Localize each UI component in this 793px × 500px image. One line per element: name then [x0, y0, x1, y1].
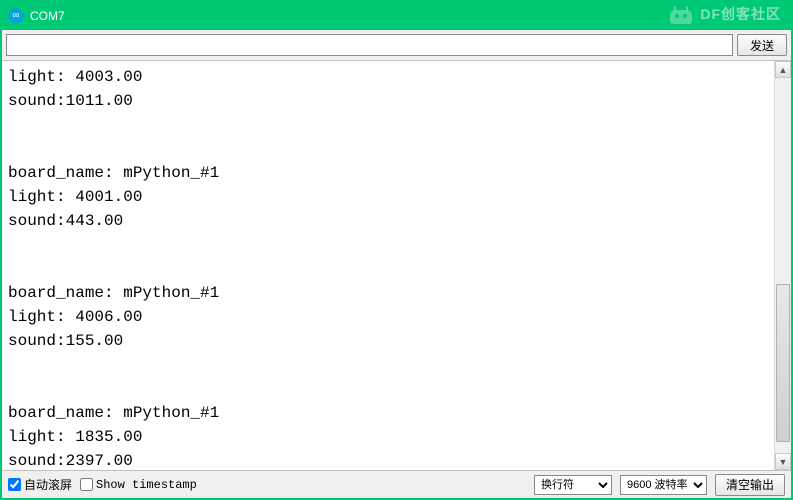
arduino-icon: [8, 8, 24, 24]
timestamp-label: Show timestamp: [96, 478, 197, 492]
scroll-thumb[interactable]: [776, 284, 790, 442]
serial-monitor-window: COM7 DF创客社区 发送 light: 4003.00 sound:1011…: [0, 0, 793, 500]
baud-rate-select[interactable]: 9600 波特率: [620, 475, 707, 495]
robot-icon: [666, 6, 696, 28]
window-title: COM7: [30, 9, 65, 23]
scroll-track[interactable]: [775, 78, 791, 453]
scroll-down-icon[interactable]: ▼: [775, 453, 791, 470]
footer-bar: 自动滚屏 Show timestamp 换行符 9600 波特率 清空输出: [2, 470, 791, 498]
scroll-up-icon[interactable]: ▲: [775, 61, 791, 78]
titlebar: COM7 DF创客社区: [2, 2, 791, 30]
console-output: light: 4003.00 sound:1011.00 board_name:…: [2, 61, 774, 470]
autoscroll-input[interactable]: [8, 478, 21, 491]
console-area: light: 4003.00 sound:1011.00 board_name:…: [2, 60, 791, 470]
command-input[interactable]: [6, 34, 733, 56]
autoscroll-label: 自动滚屏: [24, 476, 72, 493]
timestamp-input[interactable]: [80, 478, 93, 491]
watermark-text: DF创客社区: [700, 4, 781, 24]
watermark: DF创客社区: [666, 0, 781, 28]
timestamp-checkbox[interactable]: Show timestamp: [80, 478, 197, 492]
line-ending-select[interactable]: 换行符: [534, 475, 612, 495]
vertical-scrollbar[interactable]: ▲ ▼: [774, 61, 791, 470]
send-button[interactable]: 发送: [737, 34, 787, 56]
autoscroll-checkbox[interactable]: 自动滚屏: [8, 476, 72, 493]
command-row: 发送: [2, 30, 791, 60]
clear-output-button[interactable]: 清空输出: [715, 474, 785, 496]
